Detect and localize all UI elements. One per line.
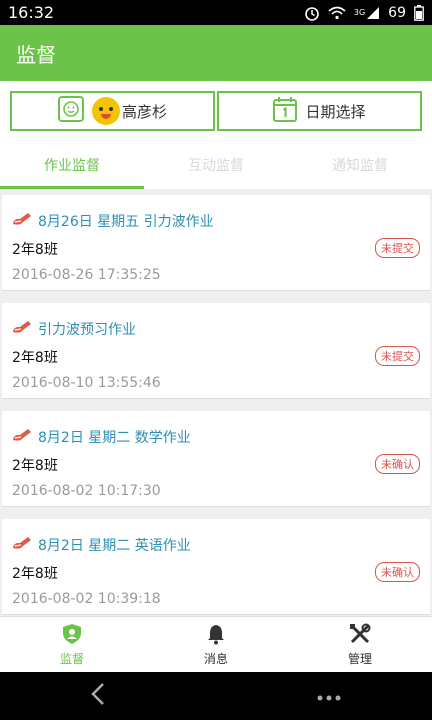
item-class: 2年8班 xyxy=(12,350,58,366)
calendar-icon xyxy=(273,96,298,126)
nav-manage[interactable]: 管理 xyxy=(288,617,432,672)
list-item[interactable]: 8月26日 星期五 引力波作业 2年8班 2016-08-26 17:35:25… xyxy=(2,195,430,291)
item-time: 2016-08-02 10:39:18 xyxy=(12,591,161,607)
item-title: 8月26日 星期五 引力波作业 xyxy=(12,211,214,231)
item-time: 2016-08-26 17:35:25 xyxy=(12,267,161,283)
wifi-icon xyxy=(328,6,346,20)
alarm-icon xyxy=(304,5,320,21)
date-select-label: 日期选择 xyxy=(305,102,366,121)
list-item[interactable]: 8月2日 星期二 数学作业 2年8班 2016-08-02 10:17:30 未… xyxy=(2,411,430,507)
list-item[interactable]: 8月2日 星期二 英语作业 2年8班 2016-08-02 10:39:18 未… xyxy=(2,519,430,615)
person-filter-button[interactable]: 高彦杉 xyxy=(10,91,215,131)
tools-icon xyxy=(349,623,371,648)
nav-supervise[interactable]: 监督 xyxy=(0,617,144,672)
status-badge: 未确认 xyxy=(375,562,420,582)
status-badge: 未确认 xyxy=(375,454,420,474)
list-item[interactable]: 引力波预习作业 2年8班 2016-08-10 13:55:46 未提交 xyxy=(2,303,430,399)
status-bar: 16:32 3G 69 xyxy=(0,0,432,25)
tab-homework[interactable]: 作业监督 xyxy=(0,141,144,189)
item-title-text: 8月2日 星期二 英语作业 xyxy=(38,538,191,554)
item-class: 2年8班 xyxy=(12,566,58,582)
back-icon[interactable] xyxy=(90,682,106,710)
student-icon xyxy=(57,96,84,126)
item-title-text: 8月26日 星期五 引力波作业 xyxy=(38,214,214,230)
nav-supervise-label: 监督 xyxy=(59,651,84,666)
homework-list: 8月26日 星期五 引力波作业 2年8班 2016-08-26 17:35:25… xyxy=(0,189,432,616)
battery-level: 69 xyxy=(388,4,406,21)
system-nav-bar xyxy=(0,672,432,720)
item-class: 2年8班 xyxy=(12,242,58,258)
item-title-text: 8月2日 星期二 数学作业 xyxy=(38,430,191,446)
pencil-icon xyxy=(12,536,32,554)
pencil-icon xyxy=(12,428,32,446)
more-icon[interactable] xyxy=(316,687,342,706)
status-icons: 3G 69 xyxy=(304,4,424,21)
item-title-text: 引力波预习作业 xyxy=(38,322,136,338)
nav-messages[interactable]: 消息 xyxy=(144,617,288,672)
person-name: 高彦杉 xyxy=(121,102,167,121)
screen: 16:32 3G 69 监督 高彦杉 日期选择 作业监督 互动监督 通知监督 8… xyxy=(0,0,432,720)
pencil-icon xyxy=(12,320,32,338)
item-title: 引力波预习作业 xyxy=(12,319,136,339)
shield-icon xyxy=(62,623,82,648)
item-class: 2年8班 xyxy=(12,458,58,474)
nav-manage-label: 管理 xyxy=(347,651,372,666)
tab-notice[interactable]: 通知监督 xyxy=(288,141,432,189)
filter-row: 高彦杉 日期选择 xyxy=(0,81,432,141)
item-title: 8月2日 星期二 数学作业 xyxy=(12,427,191,447)
app-bar: 监督 xyxy=(0,25,432,81)
battery-icon xyxy=(414,4,424,21)
status-badge: 未提交 xyxy=(375,238,420,258)
item-time: 2016-08-10 13:55:46 xyxy=(12,375,161,391)
status-badge: 未提交 xyxy=(375,346,420,366)
status-time: 16:32 xyxy=(8,3,55,22)
bell-icon xyxy=(206,623,226,648)
bottom-nav: 监督 消息 管理 xyxy=(0,616,432,672)
tab-interaction[interactable]: 互动监督 xyxy=(144,141,288,189)
item-title: 8月2日 星期二 英语作业 xyxy=(12,535,191,555)
pencil-icon xyxy=(12,212,32,230)
tab-bar: 作业监督 互动监督 通知监督 xyxy=(0,141,432,189)
date-filter-button[interactable]: 日期选择 xyxy=(217,91,422,131)
page-title: 监督 xyxy=(16,42,56,67)
item-time: 2016-08-02 10:17:30 xyxy=(12,483,161,499)
nav-messages-label: 消息 xyxy=(203,651,228,666)
signal-icon: 3G xyxy=(354,6,380,20)
network-type: 3G xyxy=(353,8,366,17)
avatar xyxy=(91,97,120,125)
